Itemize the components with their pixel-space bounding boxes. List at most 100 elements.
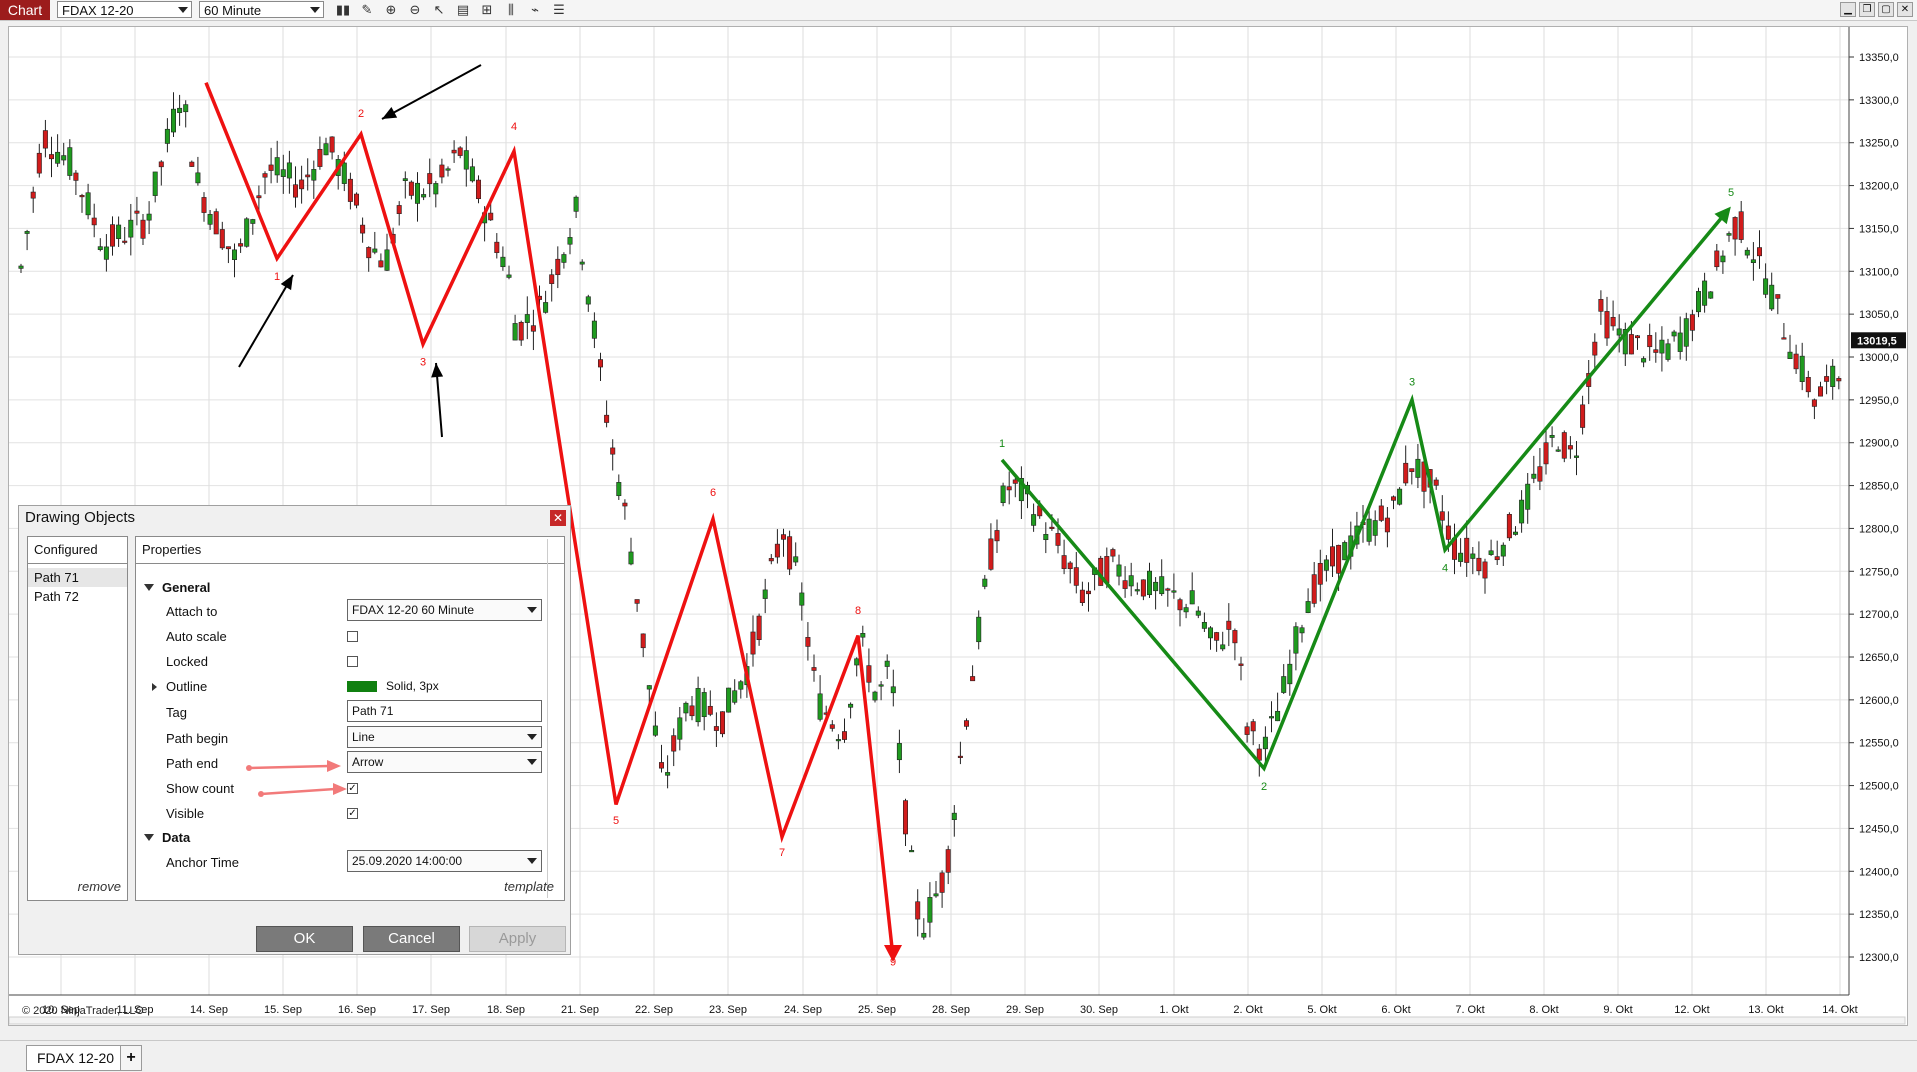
price-axis: 13350,0 13300,0 13250,0 13200,0 13150,0 13100… [1848,27,1906,995]
indicators-icon[interactable]: ⫼ [502,1,520,19]
zoom-in-icon[interactable]: ⊕ [382,1,400,19]
bar-type-icon[interactable]: ▮▮ [334,1,352,19]
candle-down [256,195,262,199]
candle-down [1232,630,1238,644]
candle-up [1641,358,1647,363]
section-general[interactable]: General [144,580,210,595]
templates-icon[interactable]: ⌁ [526,1,544,19]
candle-down [1067,562,1073,570]
candle-down [238,243,244,247]
anchor-time-select[interactable]: 25.09.2020 14:00:00 [347,850,542,872]
ok-button[interactable]: OK [256,926,353,952]
locked-checkbox[interactable] [347,656,358,667]
candle-up [628,551,634,565]
candle-down [1628,334,1634,355]
price-label: 12350,0 [1859,909,1899,921]
properties-scrollbar[interactable] [547,539,558,898]
candle-up [1665,343,1671,360]
candle-up [61,155,67,161]
green-path-label: 3 [1409,376,1415,388]
instrument-selector[interactable]: FDAX 12-20 [57,1,192,18]
cancel-button[interactable]: Cancel [363,926,460,952]
candle-up [573,196,579,212]
candle-down [305,174,311,178]
candle-up [665,772,671,776]
pencil-icon[interactable]: ✎ [358,1,376,19]
instrument-tab[interactable]: FDAX 12-20 [26,1045,126,1071]
candle-up [1000,485,1006,504]
candle-up [384,249,390,271]
candle-down [451,149,457,154]
candle-up [311,169,317,181]
maximize-icon[interactable]: ▢ [1878,2,1894,17]
candle-up [1397,488,1403,505]
candle-up [890,686,896,694]
tag-input[interactable]: Path 71 [347,700,542,722]
red-path-label: 8 [855,605,861,617]
candle-down [1653,349,1659,353]
close-icon[interactable]: ✕ [550,510,566,526]
candle-down [787,536,793,570]
outline-color-swatch[interactable] [347,681,377,692]
toolbar-icons: ▮▮ ✎ ⊕ ⊖ ↖ ▤ ⊞ ⫼ ⌁ ☰ [334,1,568,19]
candle-down [988,538,994,570]
date-label: 1. Okt [1159,1004,1188,1016]
bottom-tab-bar: FDAX 12-20 + [0,1040,1917,1072]
highlight-dot-path-end [246,765,252,771]
configured-item-path-71[interactable]: Path 71 [28,568,127,587]
price-label: 13300,0 [1859,95,1899,107]
candle-down [110,224,116,247]
close-icon[interactable]: ✕ [1897,2,1913,17]
expand-icon[interactable] [152,683,157,691]
remove-link[interactable]: remove [78,879,121,894]
date-label: 28. Sep [932,1004,970,1016]
template-link[interactable]: template [504,879,554,894]
candle-up [195,172,201,184]
apply-button[interactable]: Apply [469,926,566,952]
candle-down [122,240,128,243]
minimize-icon[interactable]: ▁ [1840,2,1856,17]
chart-tab[interactable]: Chart [0,0,50,20]
candle-up [421,194,427,198]
date-label: 24. Sep [784,1004,822,1016]
candle-up [506,274,512,278]
candle-down [36,152,42,174]
candle-down [866,665,872,683]
visible-checkbox[interactable]: ✓ [347,808,358,819]
path-begin-select[interactable]: Line [347,726,542,748]
attach-to-select[interactable]: FDAX 12-20 60 Minute [347,599,542,621]
candle-up [732,690,738,703]
candle-up [1702,280,1708,306]
highlight-arrow-show-count [260,787,336,796]
candle-up [250,219,256,224]
list-icon[interactable]: ☰ [550,1,568,19]
outline-label: Outline [166,679,208,694]
red-path-label: 1 [274,271,280,283]
candle-down [1378,505,1384,521]
auto-scale-checkbox[interactable] [347,631,358,642]
candle-down [347,178,353,202]
section-data[interactable]: Data [144,830,190,845]
properties-icon[interactable]: ▤ [454,1,472,19]
pointer-icon[interactable]: ↖ [430,1,448,19]
candle-up [85,192,91,216]
price-label: 12800,0 [1859,523,1899,535]
candle-up [683,702,689,714]
zoom-out-icon[interactable]: ⊖ [406,1,424,19]
restore-icon[interactable]: ❐ [1859,2,1875,17]
candle-up [1342,542,1348,561]
candle-down [1061,555,1067,569]
properties-pane: Properties General Attach to FDAX 12-20 … [135,536,565,901]
candle-up [884,660,890,667]
add-tab-button[interactable]: + [120,1045,142,1071]
date-label: 25. Sep [858,1004,896,1016]
path-end-select[interactable]: Arrow [347,751,542,773]
interval-selector[interactable]: 60 Minute [199,1,324,18]
candle-down [1805,377,1811,393]
date-label: 2. Okt [1233,1004,1262,1016]
configured-item-path-72[interactable]: Path 72 [28,587,127,606]
candle-down [488,212,494,221]
candle-up [799,592,805,606]
strategies-icon[interactable]: ⊞ [478,1,496,19]
highlight-arrow-path-end [248,764,330,770]
